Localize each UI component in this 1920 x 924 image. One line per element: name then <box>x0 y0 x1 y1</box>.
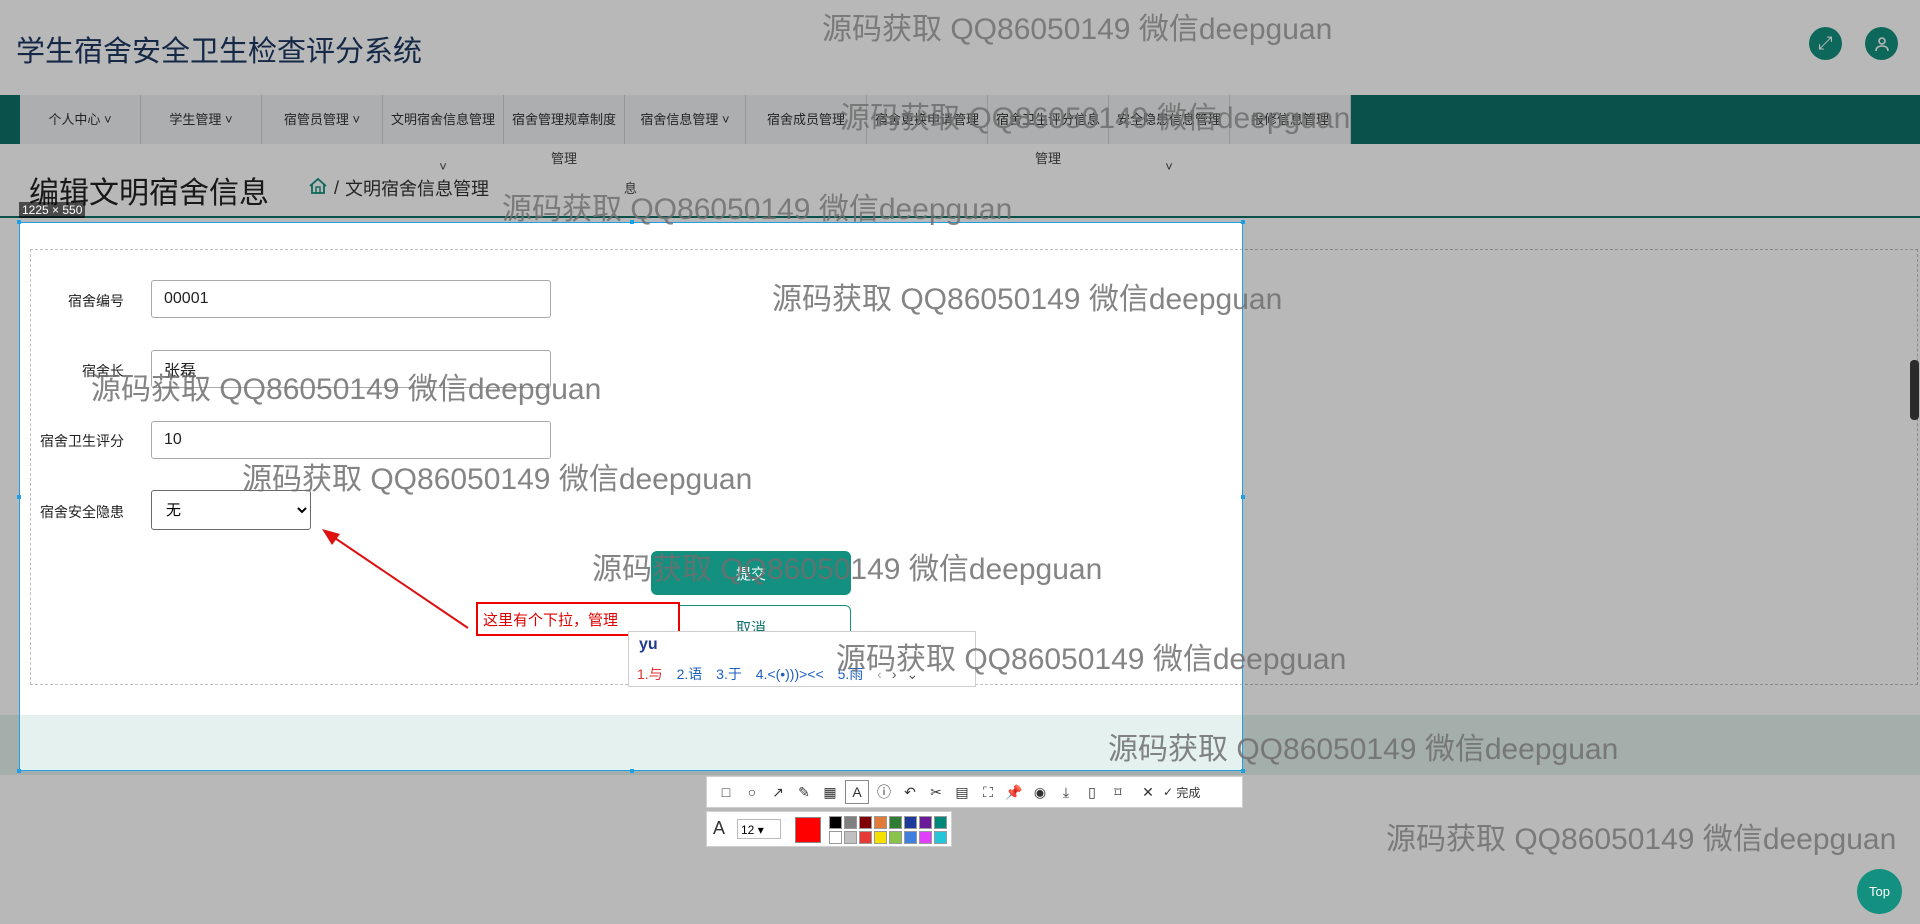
undo-icon[interactable]: ↶ <box>899 781 921 803</box>
color-swatch[interactable] <box>844 831 857 844</box>
ime-candidate[interactable]: 5.雨 <box>838 666 864 682</box>
scrollbar[interactable] <box>1910 360 1919 420</box>
ime-candidates: 1.与 2.语 3.于 4.<(•)))><< 5.雨 ‹ › ⌄ <box>637 664 928 684</box>
close-icon[interactable]: ✕ <box>1137 781 1159 803</box>
annotation-arrow <box>322 529 469 629</box>
mosaic-tool-icon[interactable]: ▦ <box>819 781 841 803</box>
ime-expand-icon[interactable]: ⌄ <box>906 666 918 682</box>
color-swatch[interactable] <box>874 816 887 829</box>
ime-prev-icon[interactable]: ‹ <box>877 666 882 682</box>
done-label: 完成 <box>1176 785 1201 800</box>
ellipse-tool-icon[interactable]: ○ <box>741 781 763 803</box>
font-size-value: 12 <box>741 823 755 837</box>
color-swatch[interactable] <box>844 816 857 829</box>
ime-candidate[interactable]: 4.<(•)))><< <box>756 666 824 682</box>
ime-next-icon[interactable]: › <box>892 666 897 682</box>
color-swatch[interactable] <box>904 816 917 829</box>
color-swatch[interactable] <box>829 816 842 829</box>
pen-tool-icon[interactable]: ✎ <box>793 781 815 803</box>
color-swatch[interactable] <box>919 831 932 844</box>
ime-input-text: yu <box>639 636 658 653</box>
text-style-toolbar: A 12 ▾ <box>706 811 952 847</box>
color-swatch[interactable] <box>919 816 932 829</box>
font-icon: A <box>713 818 726 838</box>
scroll-capture-icon[interactable]: ⛶ <box>977 781 999 803</box>
done-button[interactable]: ✓ 完成 <box>1163 781 1200 803</box>
capture-dim-right <box>1243 222 1920 771</box>
ocr-icon[interactable]: ▤ <box>951 781 973 803</box>
ime-candidate[interactable]: 2.语 <box>677 666 703 682</box>
font-size-select[interactable]: 12 ▾ <box>737 819 781 839</box>
back-to-top-button[interactable]: Top <box>1857 869 1902 914</box>
crop-icon[interactable]: ✂ <box>925 781 947 803</box>
arrow-tool-icon[interactable]: ↗ <box>767 781 789 803</box>
color-swatch[interactable] <box>889 831 902 844</box>
number-tool-icon[interactable]: ⓘ <box>873 781 895 803</box>
capture-size-label: 1225 × 550 <box>19 202 86 218</box>
capture-dim-top <box>0 0 1920 222</box>
record-icon[interactable]: ◉ <box>1029 781 1051 803</box>
ime-candidate[interactable]: 1.与 <box>637 666 663 682</box>
bookmark-icon[interactable]: ⌑ <box>1107 781 1129 803</box>
rectangle-tool-icon[interactable]: □ <box>715 781 737 803</box>
color-swatch[interactable] <box>934 831 947 844</box>
color-swatch[interactable] <box>859 831 872 844</box>
color-swatch[interactable] <box>829 831 842 844</box>
download-icon[interactable]: ⤓ <box>1055 781 1077 803</box>
color-swatch[interactable] <box>889 816 902 829</box>
pin-icon[interactable]: 📌 <box>1003 781 1025 803</box>
ime-candidate-window[interactable]: yu 1.与 2.语 3.于 4.<(•)))><< 5.雨 ‹ › ⌄ <box>628 631 976 687</box>
color-swatch[interactable] <box>904 831 917 844</box>
color-swatch[interactable] <box>859 816 872 829</box>
phone-icon[interactable]: ▯ <box>1081 781 1103 803</box>
capture-toolbar: □ ○ ↗ ✎ ▦ A ⓘ ↶ ✂ ▤ ⛶ 📌 ◉ ⤓ ▯ ⌑ ✕ ✓ 完成 <box>706 776 1243 808</box>
capture-selection[interactable] <box>17 220 1245 773</box>
color-swatch[interactable] <box>934 816 947 829</box>
current-color-swatch[interactable] <box>795 817 821 843</box>
color-swatch[interactable] <box>874 831 887 844</box>
text-tool-icon[interactable]: A <box>845 780 869 804</box>
ime-candidate[interactable]: 3.于 <box>716 666 742 682</box>
